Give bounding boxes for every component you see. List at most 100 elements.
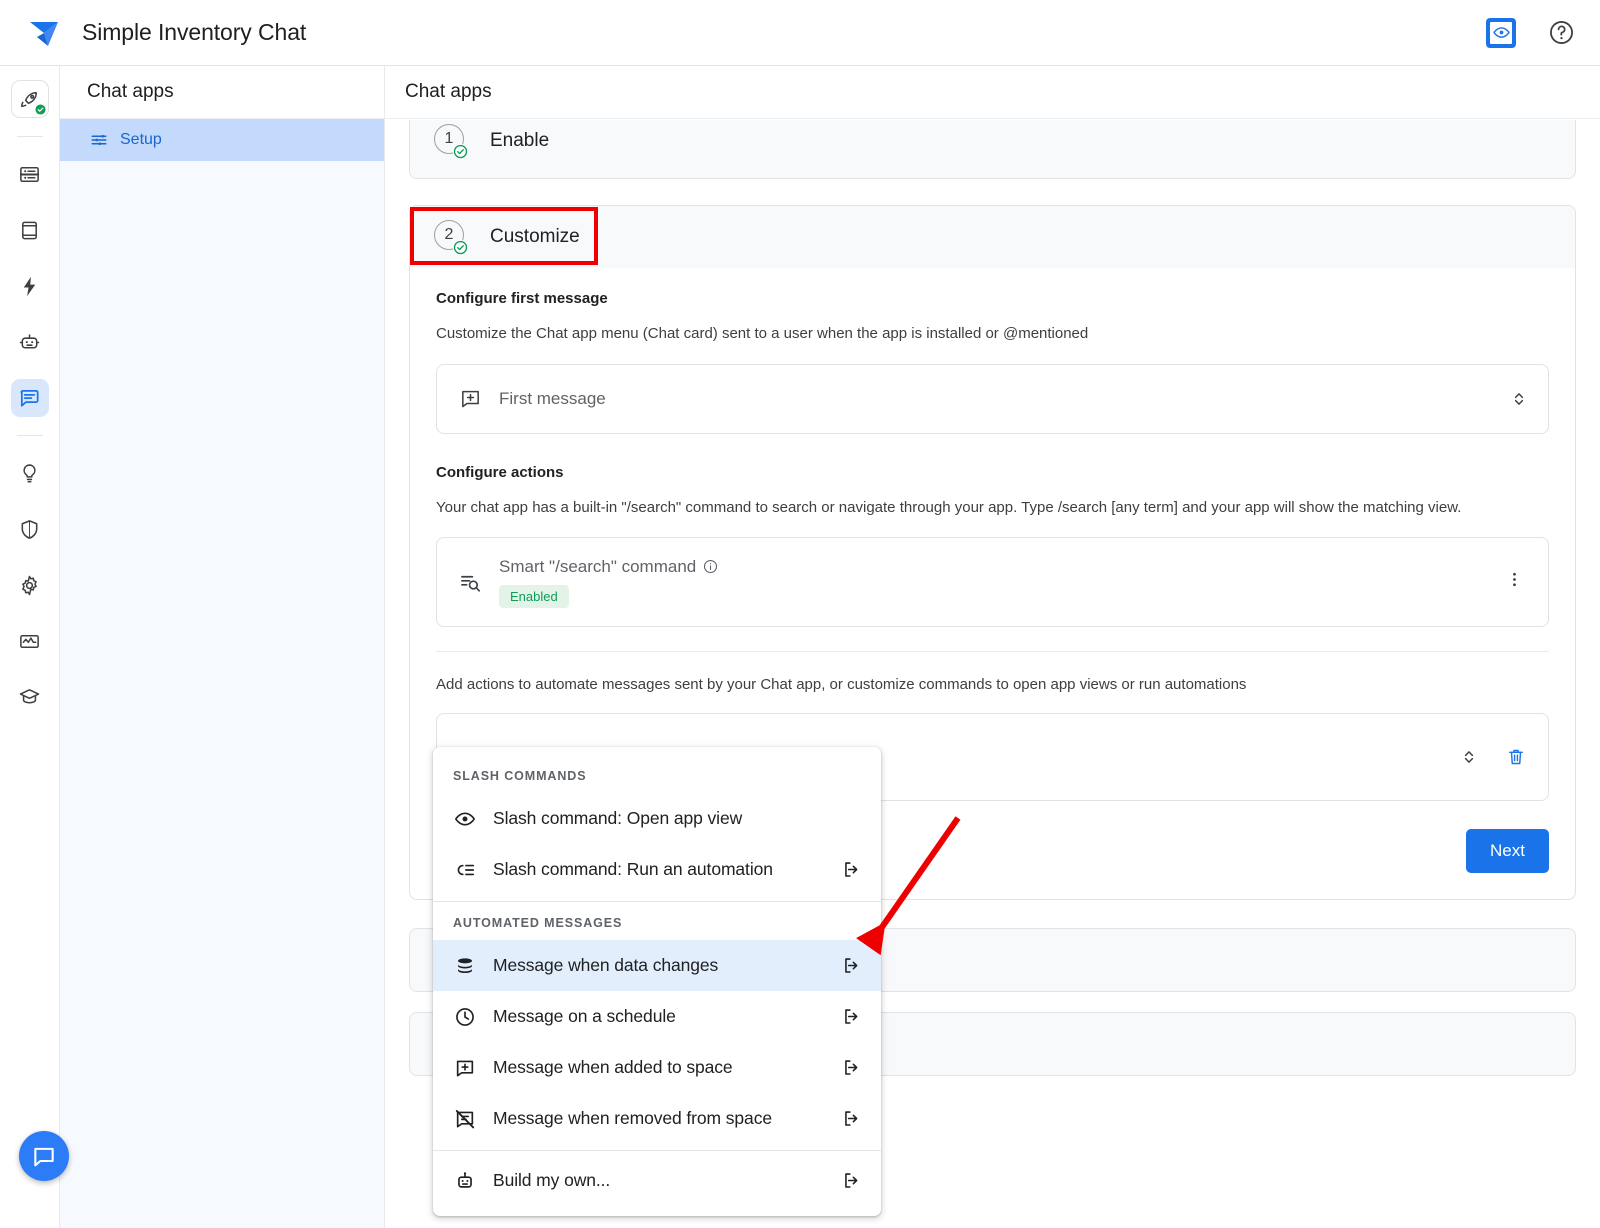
next-button[interactable]: Next: [1466, 829, 1549, 873]
first-message-description: Customize the Chat app menu (Chat card) …: [436, 323, 1481, 346]
rail-item-deploy[interactable]: [11, 80, 49, 118]
open-in-icon[interactable]: [842, 859, 863, 880]
rail-item-intelligence[interactable]: [11, 454, 49, 492]
step-complete-check-1: [453, 144, 468, 159]
help-circle-icon: [1548, 19, 1575, 46]
section-divider: [436, 651, 1549, 652]
unfold-more-icon[interactable]: [1510, 388, 1528, 410]
gear-icon: [18, 574, 41, 597]
first-message-section-label: Configure first message: [436, 290, 1549, 307]
add-comment-icon: [453, 1057, 477, 1079]
row-unfold-more-icon[interactable]: [1460, 746, 1478, 768]
command-list-icon: [453, 859, 477, 881]
rail-item-chat-apps[interactable]: [11, 379, 49, 417]
eye-icon: [453, 808, 477, 830]
icon-rail: [0, 66, 60, 1228]
menu-item-message-on-schedule[interactable]: Message on a schedule: [433, 991, 881, 1042]
appsheet-logo[interactable]: [22, 11, 66, 55]
first-message-label: First message: [499, 389, 606, 409]
rail-divider-2: [17, 435, 43, 436]
menu-item-message-when-added[interactable]: Message when added to space: [433, 1042, 881, 1093]
status-badge: Enabled: [499, 585, 569, 608]
actions-section-label: Configure actions: [436, 464, 1549, 481]
more-vert-icon[interactable]: [1501, 570, 1528, 594]
chat-support-fab[interactable]: [19, 1131, 69, 1181]
preview-button[interactable]: [1486, 18, 1516, 48]
shield-icon: [18, 518, 41, 541]
smart-search-command-row[interactable]: Smart "/search" command Enabled: [436, 537, 1549, 627]
menu-item-label: Build my own...: [493, 1170, 610, 1191]
step-title-customize: Customize: [490, 226, 580, 248]
bot-icon: [453, 1170, 477, 1192]
menu-item-label: Message on a schedule: [493, 1006, 676, 1027]
rail-item-settings[interactable]: [11, 566, 49, 604]
rail-item-views[interactable]: [11, 211, 49, 249]
comment-off-icon: [453, 1108, 477, 1130]
rail-item-automation[interactable]: [11, 267, 49, 305]
bot-icon: [18, 331, 41, 354]
main-header-title: Chat apps: [385, 66, 1600, 119]
chat-icon: [18, 387, 41, 410]
step-card-enable: 1 Enable: [409, 120, 1576, 179]
menu-item-build-my-own[interactable]: Build my own...: [433, 1155, 881, 1206]
sidebar-item-label: Setup: [120, 131, 162, 149]
open-in-icon[interactable]: [842, 1057, 863, 1078]
open-in-icon[interactable]: [842, 1108, 863, 1129]
monitor-icon: [18, 630, 41, 653]
secondary-nav-panel: Chat apps Setup: [60, 66, 385, 1228]
clock-icon: [453, 1006, 477, 1028]
menu-item-label: Message when removed from space: [493, 1108, 772, 1129]
open-in-icon[interactable]: [842, 1006, 863, 1027]
trash-icon[interactable]: [1506, 747, 1526, 767]
check-badge-icon: [35, 104, 46, 115]
step-title-enable: Enable: [490, 130, 549, 152]
rail-item-monitor[interactable]: [11, 622, 49, 660]
step-header-customize[interactable]: 2 Customize: [410, 206, 1575, 268]
graduation-cap-icon: [18, 686, 41, 709]
rail-divider: [17, 136, 43, 137]
open-in-icon[interactable]: [842, 955, 863, 976]
smart-search-title: Smart "/search" command: [499, 557, 696, 577]
step-header-enable[interactable]: 1 Enable: [410, 120, 1575, 178]
actions-description: Your chat app has a built-in "/search" c…: [436, 497, 1481, 520]
rail-item-learn[interactable]: [11, 678, 49, 716]
menu-group-label-automated: AUTOMATED MESSAGES: [433, 902, 881, 940]
smart-search-texts: Smart "/search" command Enabled: [499, 557, 718, 608]
top-bar: Simple Inventory Chat: [0, 0, 1600, 66]
menu-item-label: Slash command: Open app view: [493, 808, 742, 829]
menu-item-run-automation[interactable]: Slash command: Run an automation: [433, 844, 881, 895]
menu-item-label: Slash command: Run an automation: [493, 859, 773, 880]
add-actions-description: Add actions to automate messages sent by…: [436, 674, 1481, 697]
menu-item-message-when-data-changes[interactable]: Message when data changes: [433, 940, 881, 991]
menu-item-message-when-removed[interactable]: Message when removed from space: [433, 1093, 881, 1144]
menu-item-label: Message when added to space: [493, 1057, 733, 1078]
device-icon: [18, 219, 41, 242]
rail-item-bot[interactable]: [11, 323, 49, 361]
page-title: Simple Inventory Chat: [82, 19, 306, 46]
bolt-icon: [18, 275, 41, 298]
menu-item-label: Message when data changes: [493, 955, 718, 976]
help-button[interactable]: [1544, 16, 1578, 50]
menu-group-label-slash: SLASH COMMANDS: [433, 755, 881, 793]
search-list-icon: [459, 571, 487, 594]
step-number-badge-1: 1: [434, 124, 468, 158]
chat-bubble-icon: [31, 1143, 57, 1169]
info-icon[interactable]: [703, 559, 718, 574]
navpanel-title: Chat apps: [60, 66, 384, 119]
step-number-badge-2: 2: [434, 220, 468, 254]
sidebar-item-setup[interactable]: Setup: [60, 119, 384, 161]
menu-item-open-app-view[interactable]: Slash command: Open app view: [433, 793, 881, 844]
first-message-field[interactable]: First message: [436, 364, 1549, 434]
rail-item-security[interactable]: [11, 510, 49, 548]
data-table-icon: [18, 163, 41, 186]
step-complete-check-2: [453, 240, 468, 255]
topbar-actions: [1486, 16, 1578, 50]
add-comment-icon: [459, 387, 487, 410]
add-action-dropdown-menu[interactable]: SLASH COMMANDS Slash command: Open app v…: [433, 747, 881, 1216]
eye-icon: [1490, 22, 1512, 44]
open-in-icon[interactable]: [842, 1170, 863, 1191]
rail-item-data[interactable]: [11, 155, 49, 193]
menu-divider-2: [433, 1150, 881, 1151]
lightbulb-icon: [18, 462, 41, 485]
database-icon: [453, 955, 477, 977]
